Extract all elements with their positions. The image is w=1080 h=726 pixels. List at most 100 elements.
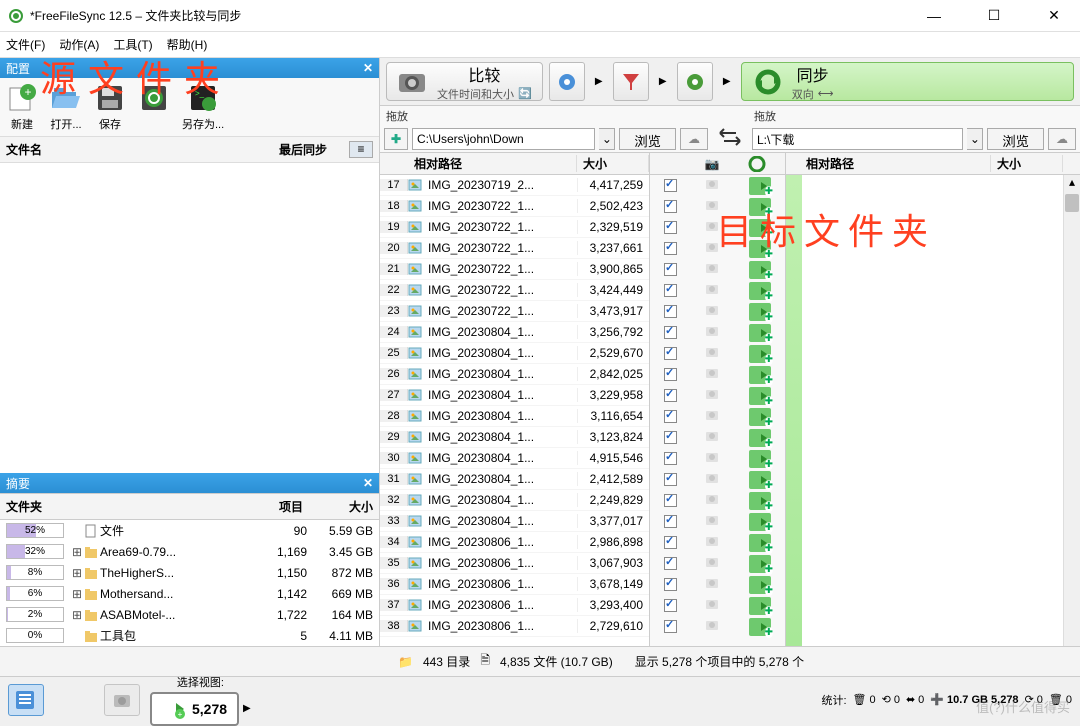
mid-row[interactable] (650, 574, 785, 595)
grid-row[interactable]: 34IMG_20230806_1...2,986,898 (380, 532, 649, 553)
category-header-icon[interactable]: 📷 (705, 157, 725, 171)
row-checkbox[interactable] (664, 389, 677, 402)
action-header-icon[interactable] (748, 156, 774, 172)
grid-row[interactable]: 37IMG_20230806_1...3,293,400 (380, 595, 649, 616)
create-right-icon[interactable] (749, 555, 771, 573)
row-checkbox[interactable] (664, 368, 677, 381)
open-button[interactable]: 打开... (50, 82, 82, 132)
mid-row[interactable] (650, 595, 785, 616)
swap-button[interactable] (712, 106, 748, 152)
summary-row[interactable]: 52%文件905.59 GB (0, 520, 379, 541)
summary-panel-close-icon[interactable]: ✕ (363, 476, 373, 490)
mid-row[interactable] (650, 196, 785, 217)
row-checkbox[interactable] (664, 536, 677, 549)
mid-row[interactable] (650, 301, 785, 322)
grid-row[interactable]: 29IMG_20230804_1...3,123,824 (380, 427, 649, 448)
grid-row[interactable]: 31IMG_20230804_1...2,412,589 (380, 469, 649, 490)
mid-row[interactable] (650, 511, 785, 532)
row-checkbox[interactable] (664, 242, 677, 255)
row-checkbox[interactable] (664, 284, 677, 297)
row-checkbox[interactable] (664, 410, 677, 423)
mid-row[interactable] (650, 364, 785, 385)
left-cloud-icon[interactable]: ☁ (680, 128, 708, 150)
col-filename[interactable]: 文件名 (6, 141, 279, 158)
mid-row[interactable] (650, 238, 785, 259)
left-path-dropdown-icon[interactable]: ⌄ (599, 128, 615, 150)
row-checkbox[interactable] (664, 515, 677, 528)
create-right-icon[interactable] (749, 282, 771, 300)
row-checkbox[interactable] (664, 473, 677, 486)
grid-row[interactable]: 25IMG_20230804_1...2,529,670 (380, 343, 649, 364)
row-checkbox[interactable] (664, 620, 677, 633)
filter-button[interactable] (613, 62, 649, 101)
create-right-icon[interactable] (749, 429, 771, 447)
row-checkbox[interactable] (664, 452, 677, 465)
sync-button[interactable]: 同步 双向 ⟷ (741, 62, 1074, 101)
col-relpath-left[interactable]: 相对路径 (408, 155, 577, 172)
minimize-button[interactable]: — (916, 2, 952, 30)
row-checkbox[interactable] (664, 557, 677, 570)
mid-row[interactable] (650, 490, 785, 511)
create-right-icon[interactable] (749, 534, 771, 552)
compare-settings-button[interactable] (549, 62, 585, 101)
col-size-right[interactable]: 大小 (991, 155, 1063, 172)
col-size-left[interactable]: 大小 (577, 155, 649, 172)
create-right-icon[interactable] (749, 303, 771, 321)
sync-settings-button[interactable] (677, 62, 713, 101)
col-extra-icon[interactable]: ≡ (349, 141, 373, 158)
col-folders[interactable]: 文件夹 (6, 498, 243, 515)
mid-row[interactable] (650, 427, 785, 448)
create-right-icon[interactable] (749, 492, 771, 510)
create-right-icon[interactable] (749, 261, 771, 279)
saveas-batch-button[interactable]: >_ 另存为... (182, 82, 224, 132)
summary-row[interactable]: 2%⊞ASABMotel-...1,722164 MB (0, 604, 379, 625)
add-pair-button[interactable]: ✚ (384, 128, 408, 150)
mid-row[interactable] (650, 343, 785, 364)
row-checkbox[interactable] (664, 326, 677, 339)
grid-row[interactable]: 28IMG_20230804_1...3,116,654 (380, 406, 649, 427)
col-size[interactable]: 大小 (303, 498, 373, 515)
create-right-icon[interactable] (749, 366, 771, 384)
row-checkbox[interactable] (664, 599, 677, 612)
filter-count-box[interactable]: + 5,278 (150, 692, 239, 726)
grid-row[interactable]: 23IMG_20230722_1...3,473,917 (380, 301, 649, 322)
mid-row[interactable] (650, 385, 785, 406)
col-lastsync[interactable]: 最后同步 (279, 141, 349, 158)
right-browse-button[interactable]: 浏览 (987, 128, 1044, 150)
filter-dropdown-icon[interactable]: ▶ (243, 703, 251, 714)
new-button[interactable]: + 新建 (6, 82, 38, 132)
row-checkbox[interactable] (664, 263, 677, 276)
grid-row[interactable]: 30IMG_20230804_1...4,915,546 (380, 448, 649, 469)
grid-row[interactable]: 20IMG_20230722_1...3,237,661 (380, 238, 649, 259)
row-checkbox[interactable] (664, 179, 677, 192)
compare-button[interactable]: 比较 文件时间和大小 🔄 (386, 62, 543, 101)
col-relpath-right[interactable]: 相对路径 (786, 155, 991, 172)
row-checkbox[interactable] (664, 494, 677, 507)
grid-row[interactable]: 27IMG_20230804_1...3,229,958 (380, 385, 649, 406)
menu-file[interactable]: 文件(F) (6, 36, 45, 53)
mid-row[interactable] (650, 259, 785, 280)
create-right-icon[interactable] (749, 471, 771, 489)
save-button[interactable]: 保存 (94, 82, 126, 132)
view-category-button[interactable] (104, 684, 140, 716)
grid-row[interactable]: 19IMG_20230722_1...2,329,519 (380, 217, 649, 238)
mid-row[interactable] (650, 322, 785, 343)
sync-settings-dropdown-icon[interactable]: ▶ (719, 62, 735, 101)
mid-row[interactable] (650, 280, 785, 301)
create-right-icon[interactable] (749, 219, 771, 237)
filter-dropdown-icon[interactable]: ▶ (655, 62, 671, 101)
grid-row[interactable]: 18IMG_20230722_1...2,502,423 (380, 196, 649, 217)
grid-row[interactable]: 36IMG_20230806_1...3,678,149 (380, 574, 649, 595)
grid-row[interactable]: 32IMG_20230804_1...2,249,829 (380, 490, 649, 511)
grid-row[interactable]: 26IMG_20230804_1...2,842,025 (380, 364, 649, 385)
create-right-icon[interactable] (749, 618, 771, 636)
grid-row[interactable]: 24IMG_20230804_1...3,256,792 (380, 322, 649, 343)
menu-tools[interactable]: 工具(T) (113, 36, 152, 53)
col-items[interactable]: 项目 (243, 498, 303, 515)
view-list-button[interactable] (8, 684, 44, 716)
create-right-icon[interactable] (749, 240, 771, 258)
grid-row[interactable]: 38IMG_20230806_1...2,729,610 (380, 616, 649, 637)
compare-dropdown-icon[interactable]: ▶ (591, 62, 607, 101)
source-grid-body[interactable]: 17IMG_20230719_2...4,417,25918IMG_202307… (380, 175, 649, 646)
mid-row[interactable] (650, 406, 785, 427)
